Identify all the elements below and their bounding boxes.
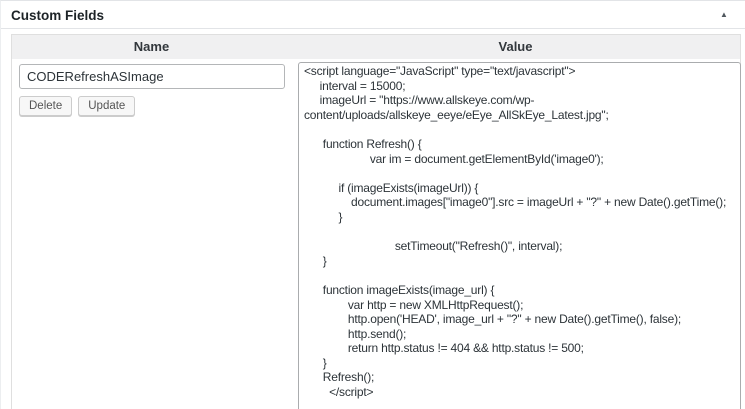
name-cell: Delete Update (12, 59, 291, 116)
table-header-row: Name Value (12, 35, 740, 59)
field-actions: Delete Update (19, 96, 284, 116)
arrow-up-icon: ▲ (720, 10, 728, 19)
panel-title: Custom Fields (11, 8, 105, 23)
field-value-textarea[interactable]: <script language="JavaScript" type="text… (298, 62, 741, 409)
metabox-header: Custom Fields ▲ (1, 1, 745, 29)
custom-fields-metabox: Custom Fields ▲ Name Value Delete Update… (0, 0, 745, 409)
column-header-value: Value (498, 39, 533, 54)
custom-fields-table: Name Value Delete Update <script languag… (11, 34, 741, 409)
toggle-panel-button[interactable]: ▲ (713, 5, 735, 25)
delete-button[interactable]: Delete (19, 96, 73, 116)
field-name-input[interactable] (19, 64, 285, 89)
update-button[interactable]: Update (78, 96, 136, 116)
value-cell: <script language="JavaScript" type="text… (291, 59, 745, 409)
column-header-name: Name (133, 39, 170, 54)
field-row: Delete Update <script language="JavaScri… (12, 59, 741, 409)
